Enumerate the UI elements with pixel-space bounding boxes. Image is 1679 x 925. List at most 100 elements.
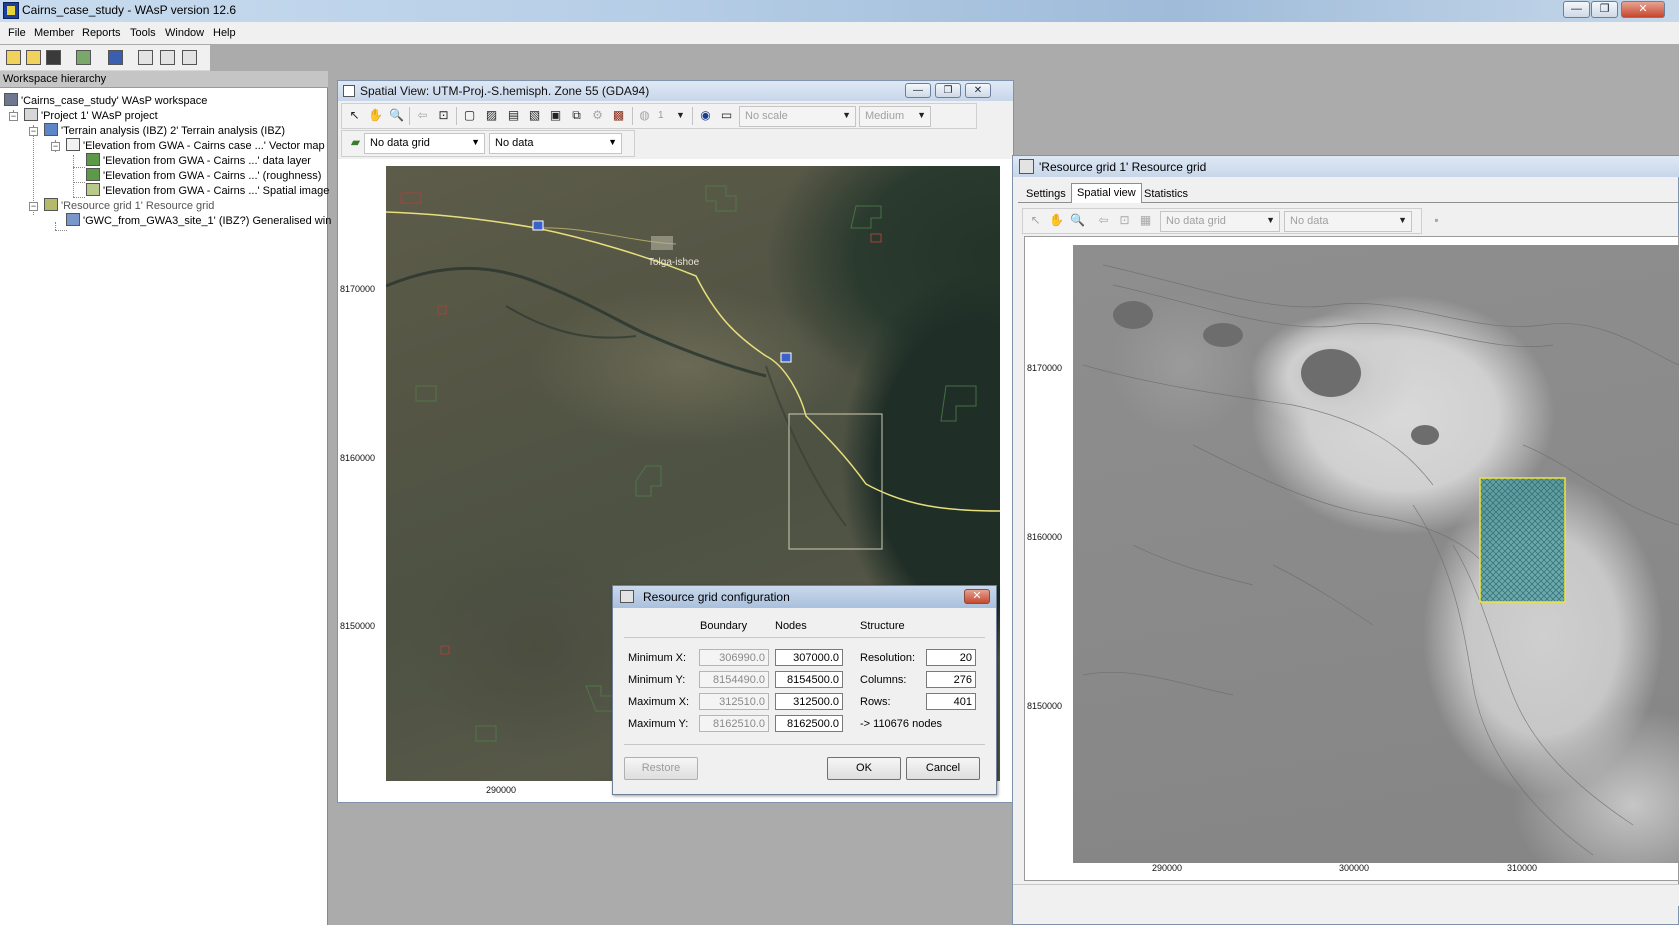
resource-grid-icon [620, 590, 634, 603]
export-icon[interactable]: ▪ [1428, 212, 1445, 229]
tab-statistics[interactable]: Statistics [1139, 185, 1193, 204]
window-icon [343, 85, 355, 97]
scale-dropdown[interactable]: No scale ▼ [739, 106, 856, 127]
tree-item-spatial-image[interactable]: 'Elevation from GWA - Cairns ...' Spatia… [86, 183, 329, 198]
menu-help[interactable]: Help [213, 27, 236, 39]
open-workspace-icon[interactable] [26, 50, 41, 65]
menu-tools[interactable]: Tools [130, 27, 156, 39]
add-project-icon[interactable] [76, 50, 91, 65]
min-x-nodes[interactable]: 307000.0 [775, 649, 843, 666]
report-icon[interactable] [160, 50, 175, 65]
menu-reports[interactable]: Reports [82, 27, 121, 39]
tree-item-terrain-analysis[interactable]: 'Terrain analysis (IBZ) 2' Terrain analy… [44, 123, 285, 138]
data-grid-dropdown[interactable]: No data grid ▼ [364, 133, 485, 154]
tree-item-label: 'Project 1' WAsP project [41, 110, 158, 122]
turbine-site-icon[interactable]: ▩ [610, 107, 627, 124]
columns-input[interactable]: 276 [926, 671, 976, 688]
menu-window[interactable]: Window [165, 27, 204, 39]
tree-item-label: 'Elevation from GWA - Cairns ...' data l… [103, 155, 311, 167]
sv-restore-button[interactable]: ❐ [935, 83, 961, 98]
zoom-dropdown-arrow-icon[interactable]: ▼ [672, 107, 689, 124]
resolution-label: Resolution: [860, 652, 916, 664]
tree-item-project[interactable]: 'Project 1' WAsP project [24, 108, 158, 123]
menu-bar: File Member Reports Tools Window Help [0, 22, 1679, 44]
zoom-extent-icon[interactable]: ⊡ [435, 107, 452, 124]
rows-input[interactable]: 401 [926, 693, 976, 710]
cancel-button[interactable]: Cancel [906, 757, 980, 780]
ok-button[interactable]: OK [827, 757, 901, 780]
new-workspace-icon[interactable] [6, 50, 21, 65]
zoom-icon[interactable]: 🔍 [388, 107, 405, 124]
dialog-title: Resource grid configuration [643, 590, 790, 604]
map-icon[interactable]: ▧ [526, 107, 543, 124]
tree-item-vector-map[interactable]: 'Elevation from GWA - Cairns case ...' V… [66, 138, 325, 153]
max-y-boundary: 8162510.0 [699, 715, 769, 732]
image-icon[interactable]: ▣ [547, 107, 564, 124]
highway-shield-icon [532, 220, 544, 231]
collapse-toggle[interactable]: − [29, 202, 38, 211]
grid-icon[interactable]: ▨ [483, 107, 500, 124]
collapse-toggle[interactable]: − [51, 142, 60, 151]
rg-toolbar: ↖ ✋ 🔍 ⇦ ⊡ ▦ No data grid ▼ No data ▼ ▪ [1022, 208, 1439, 234]
collapse-toggle[interactable]: − [29, 127, 38, 136]
close-button[interactable]: ✕ [1621, 1, 1665, 18]
tree-item-roughness[interactable]: 'Elevation from GWA - Cairns ...' (rough… [86, 168, 321, 183]
settings-icon[interactable]: ⚙ [589, 107, 606, 124]
tab-settings[interactable]: Settings [1021, 185, 1071, 204]
rg-data-dropdown[interactable]: No data ▼ [1284, 211, 1412, 232]
resource-grid-title: 'Resource grid 1' Resource grid [1039, 160, 1207, 174]
globe-icon[interactable]: ◉ [697, 107, 714, 124]
pan-hand-icon[interactable]: ✋ [367, 107, 384, 124]
back-arrow-icon[interactable]: ⇦ [1095, 212, 1112, 229]
rows-label: Rows: [860, 696, 891, 708]
min-y-nodes[interactable]: 8154500.0 [775, 671, 843, 688]
save-icon[interactable] [46, 50, 61, 65]
sv-minimize-button[interactable]: — [905, 83, 931, 98]
tree-item-label: 'Cairns_case_study' WAsP workspace [21, 95, 208, 107]
resource-grid-title-bar: 'Resource grid 1' Resource grid [1013, 156, 1679, 177]
restore-button[interactable]: Restore [624, 757, 698, 780]
calculate-icon[interactable] [138, 50, 153, 65]
menu-file[interactable]: File [8, 27, 26, 39]
back-arrow-icon[interactable]: ⇦ [414, 107, 431, 124]
pointer-icon[interactable]: ↖ [1027, 212, 1044, 229]
zoom-extent-icon[interactable]: ⊡ [1116, 212, 1133, 229]
max-y-nodes[interactable]: 8162500.0 [775, 715, 843, 732]
tree-item-generalised-wind[interactable]: 'GWC_from_GWA3_site_1' (IBZ?) Generalise… [66, 213, 337, 228]
contour-map[interactable] [1073, 245, 1679, 863]
max-y-label: Maximum Y: [628, 718, 689, 730]
restore-button[interactable]: ❐ [1591, 1, 1618, 18]
col-boundary: Boundary [700, 620, 748, 632]
tree-item-data-layer[interactable]: 'Elevation from GWA - Cairns ...' data l… [86, 153, 311, 168]
exit-icon[interactable] [182, 50, 197, 65]
tab-spatial-view[interactable]: Spatial view [1071, 183, 1142, 203]
frame-icon[interactable]: ▭ [718, 107, 735, 124]
insert-member-icon[interactable] [108, 50, 123, 65]
select-rect-icon[interactable]: ▢ [461, 107, 478, 124]
rotate-icon[interactable]: ◍ [636, 107, 653, 124]
layer-icon[interactable]: ▤ [505, 107, 522, 124]
max-x-nodes[interactable]: 312500.0 [775, 693, 843, 710]
export-icon[interactable]: ⧉ [568, 107, 585, 124]
pointer-icon[interactable]: ↖ [346, 107, 363, 124]
zoom-icon[interactable]: 🔍 [1069, 212, 1086, 229]
spatial-view-title-bar: Spatial View: UTM-Proj.-S.hemisph. Zone … [338, 81, 1013, 101]
tree-item-resource-grid[interactable]: 'Resource grid 1' Resource grid [44, 198, 214, 213]
rg-y-tick: 8150000 [1027, 701, 1063, 711]
resolution-input[interactable]: 20 [926, 649, 976, 666]
pan-hand-icon[interactable]: ✋ [1048, 212, 1065, 229]
nodes-summary: -> 110676 nodes [860, 718, 943, 730]
menu-member[interactable]: Member [34, 27, 74, 39]
sv-close-button[interactable]: ✕ [965, 83, 991, 98]
data-dropdown[interactable]: No data ▼ [489, 133, 622, 154]
rg-data-grid-dropdown[interactable]: No data grid ▼ [1160, 211, 1280, 232]
grid-icon[interactable]: ▦ [1137, 212, 1154, 229]
tree-item-workspace[interactable]: 'Cairns_case_study' WAsP workspace [4, 93, 207, 108]
quality-dropdown[interactable]: Medium ▼ [859, 106, 931, 127]
rg-y-tick: 8160000 [1027, 532, 1063, 542]
sv-y-tick: 8160000 [340, 453, 376, 463]
min-x-boundary: 306990.0 [699, 649, 769, 666]
dialog-close-button[interactable]: ✕ [964, 589, 990, 604]
minimize-button[interactable]: — [1563, 1, 1590, 18]
collapse-toggle[interactable]: − [9, 112, 18, 121]
